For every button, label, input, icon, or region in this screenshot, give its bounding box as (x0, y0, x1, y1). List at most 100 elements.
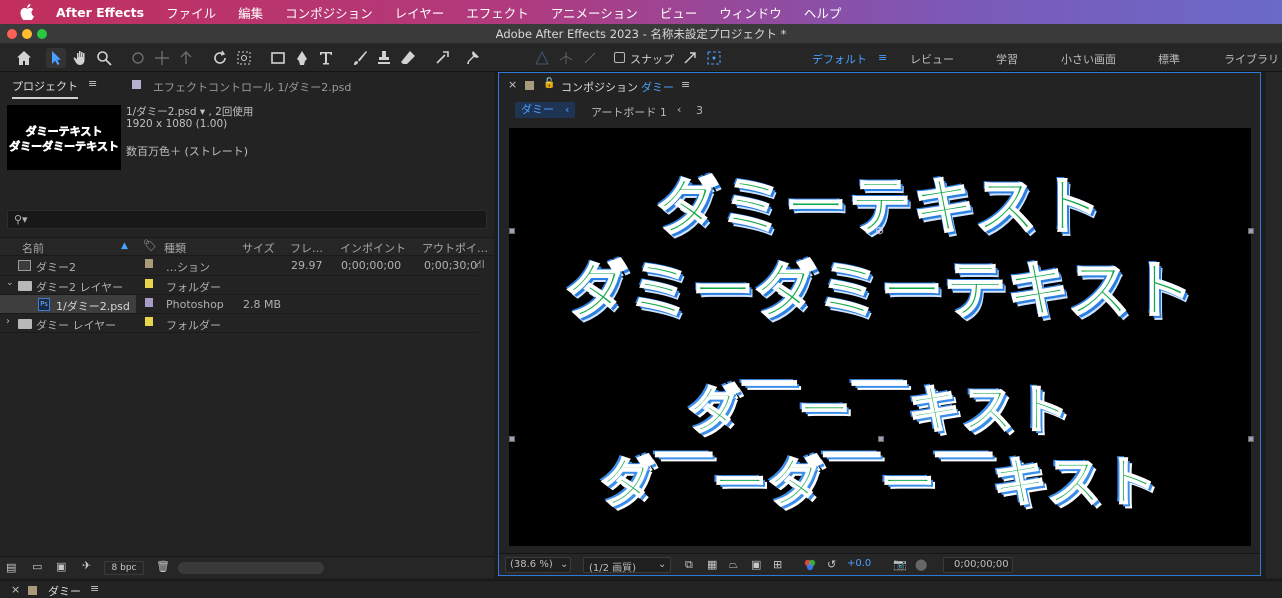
zoom-window-button[interactable] (37, 29, 47, 39)
menu-view[interactable]: ビュー (660, 3, 698, 22)
flowchart-icon[interactable]: ⛙ (476, 257, 484, 273)
project-row-folder[interactable]: ⌄ ダミー2 レイヤー フォルダー (0, 276, 478, 295)
new-folder-icon[interactable]: ▭ (32, 560, 42, 573)
orbit-camera-icon[interactable] (128, 48, 148, 68)
tab-project[interactable]: プロジェクト (12, 78, 78, 99)
project-row-psd[interactable]: Ps 1/ダミー2.psd Photoshop 2.8 MB (0, 295, 478, 314)
timeline-menu-icon[interactable]: ≡ (90, 582, 99, 595)
minimize-window-button[interactable] (22, 29, 32, 39)
interpret-footage-icon[interactable]: ▤ (6, 561, 16, 574)
column-size[interactable]: サイズ (242, 240, 275, 256)
fast-previews-icon[interactable]: ⧉ (685, 558, 699, 572)
apple-icon[interactable] (20, 3, 38, 21)
menu-edit[interactable]: 編集 (238, 3, 263, 22)
close-window-button[interactable] (7, 29, 17, 39)
column-in-point[interactable]: インポイント (340, 240, 406, 256)
hand-tool-icon[interactable] (70, 48, 90, 68)
comp-tab-label[interactable]: コンポジション (561, 79, 638, 95)
adjust-project-settings-icon[interactable]: ✈ (82, 559, 91, 572)
label-column-icon[interactable]: 🏷 (143, 239, 157, 252)
column-type[interactable]: 種類 (164, 240, 186, 256)
menu-help[interactable]: ヘルプ (804, 3, 842, 22)
close-tab-icon[interactable]: × (508, 78, 517, 91)
project-search-input[interactable]: ⚲▾ (7, 210, 487, 229)
menu-window[interactable]: ウィンドウ (719, 3, 782, 22)
canvas-text-line2[interactable]: ダミーダミーテキスト (509, 240, 1251, 330)
rectangle-tool-icon[interactable] (268, 48, 288, 68)
transform-handle[interactable] (509, 228, 515, 234)
dolly-camera-icon[interactable] (176, 48, 196, 68)
new-composition-icon[interactable]: ▣ (56, 560, 66, 573)
workspace-learn[interactable]: 学習 (996, 51, 1018, 67)
workspace-standard[interactable]: 標準 (1158, 51, 1180, 67)
breadcrumb-item-artboard[interactable]: アートボード 1 (591, 104, 667, 120)
anchor-point-icon[interactable]: ⊕ (875, 224, 884, 237)
transform-handle[interactable] (878, 436, 884, 442)
lock-icon[interactable]: 🔓 (543, 78, 555, 89)
breadcrumb-item-3[interactable]: 3 (696, 104, 703, 117)
type-tool-icon[interactable] (316, 48, 336, 68)
menu-animation[interactable]: アニメーション (551, 3, 638, 22)
workspace-small-screen[interactable]: 小さい画面 (1061, 51, 1116, 67)
label-swatch[interactable] (145, 279, 153, 288)
expand-chevron-icon[interactable]: ⌄ (6, 278, 14, 288)
snap-target-icon[interactable] (704, 48, 724, 68)
rotation-tool-icon[interactable] (210, 48, 230, 68)
comp-panel-menu-icon[interactable]: ≡ (681, 78, 690, 91)
label-swatch[interactable] (145, 317, 153, 326)
pen-tool-icon[interactable] (292, 48, 312, 68)
sort-ascending-icon[interactable]: ▲ (121, 241, 128, 251)
region-of-interest-icon[interactable]: ▣ (751, 558, 765, 572)
grid-guides-icon[interactable]: ⊞ (773, 558, 787, 572)
menu-layer[interactable]: レイヤー (395, 3, 445, 22)
selection-tool-icon[interactable] (46, 48, 66, 68)
menu-file[interactable]: ファイル (166, 3, 216, 22)
reset-exposure-icon[interactable]: ↺ (827, 558, 841, 572)
pan-camera-icon[interactable] (152, 48, 172, 68)
thumbnail-scrollbar[interactable] (178, 562, 324, 574)
collapse-chevron-icon[interactable]: › (6, 316, 10, 327)
channel-rgb-icon[interactable] (803, 558, 817, 572)
show-snapshot-icon[interactable]: ⬤ (915, 558, 929, 572)
project-row-comp[interactable]: ダミー2 …ション 29.97 0;00;00;00 0;00;30;0 ⛙ (0, 256, 484, 275)
close-tab-icon[interactable]: × (11, 583, 20, 596)
snap-options-icon[interactable] (680, 48, 700, 68)
project-panel-menu-icon[interactable]: ≡ (88, 77, 97, 90)
clone-stamp-tool-icon[interactable] (374, 48, 394, 68)
world-axis-icon[interactable] (556, 48, 576, 68)
eraser-tool-icon[interactable] (398, 48, 418, 68)
column-frame-rate[interactable]: フレ… (290, 240, 323, 256)
home-icon[interactable] (14, 48, 34, 68)
label-swatch[interactable] (145, 298, 153, 307)
pan-behind-tool-icon[interactable] (234, 48, 254, 68)
transform-handle[interactable] (1248, 436, 1254, 442)
transform-handle[interactable] (509, 436, 515, 442)
menu-composition[interactable]: コンポジション (285, 3, 373, 22)
canvas-text-line4[interactable]: ダ￣ーダ￣ー￣キスト (509, 438, 1251, 517)
view-axis-icon[interactable] (580, 48, 600, 68)
menu-effect[interactable]: エフェクト (466, 3, 529, 22)
tab-effect-controls[interactable]: エフェクトコントロール 1/ダミー2.psd (153, 79, 351, 95)
timeline-tab-label[interactable]: ダミー (48, 583, 81, 598)
project-row-folder2[interactable]: › ダミー レイヤー フォルダー (0, 314, 478, 333)
roto-brush-tool-icon[interactable] (432, 48, 452, 68)
brush-tool-icon[interactable] (350, 48, 370, 68)
transform-handle[interactable] (1248, 228, 1254, 234)
workspace-default[interactable]: デフォルト (812, 51, 867, 67)
resolution-dropdown[interactable]: (1/2 画質) ⌄ (583, 557, 671, 574)
canvas-text-line3[interactable]: ダ￣ー￣キスト (509, 368, 1251, 443)
exposure-value[interactable]: +0.0 (847, 558, 871, 569)
workspace-libraries[interactable]: ライブラリ (1224, 51, 1279, 67)
workspace-review[interactable]: レビュー (910, 51, 954, 67)
transparency-grid-icon[interactable]: ▦ (707, 558, 721, 572)
zoom-dropdown[interactable]: (38.6 %) ⌄ (505, 557, 571, 573)
workspace-menu-icon[interactable]: ≡ (878, 51, 887, 64)
snap-checkbox[interactable] (614, 52, 625, 63)
column-name[interactable]: 名前 (22, 240, 44, 256)
local-axis-icon[interactable] (532, 48, 552, 68)
label-swatch[interactable] (145, 259, 153, 268)
trash-icon[interactable]: 🗑 (156, 560, 170, 573)
composition-viewer[interactable]: ダミーテキスト ダミーダミーテキスト ダ￣ー￣キスト ダ￣ーダ￣ー￣キスト ⊕ (509, 128, 1254, 546)
puppet-pin-tool-icon[interactable] (462, 48, 482, 68)
current-time-display[interactable]: 0;00;00;00 (943, 557, 1013, 573)
